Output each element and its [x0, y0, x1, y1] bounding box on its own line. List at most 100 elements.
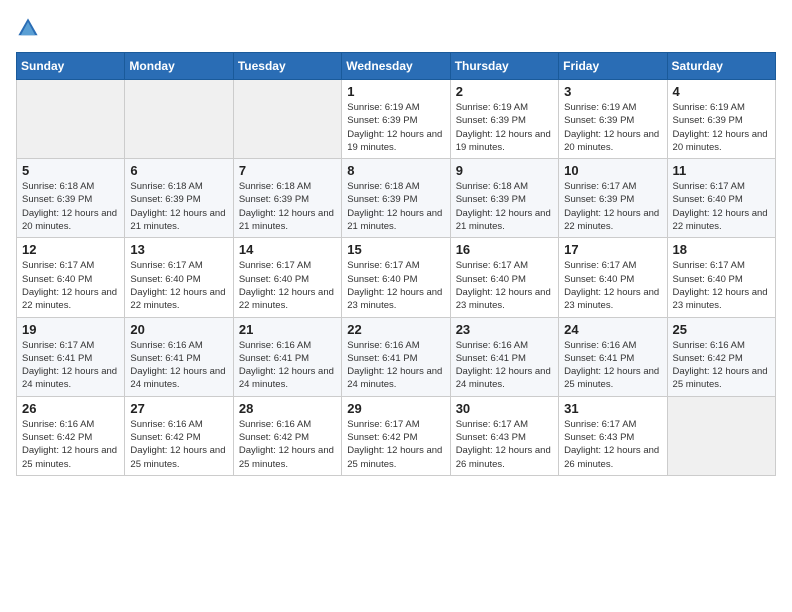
calendar-cell — [17, 80, 125, 159]
day-info: Sunrise: 6:18 AM Sunset: 6:39 PM Dayligh… — [239, 180, 336, 233]
header-day: Thursday — [450, 53, 558, 80]
calendar-table: SundayMondayTuesdayWednesdayThursdayFrid… — [16, 52, 776, 476]
day-number: 11 — [673, 163, 770, 178]
day-number: 13 — [130, 242, 227, 257]
calendar-cell: 25 Sunrise: 6:16 AM Sunset: 6:42 PM Dayli… — [667, 317, 775, 396]
day-number: 8 — [347, 163, 444, 178]
header-day: Wednesday — [342, 53, 450, 80]
logo-icon — [16, 16, 40, 40]
calendar-cell: 7 Sunrise: 6:18 AM Sunset: 6:39 PM Daylig… — [233, 159, 341, 238]
day-info: Sunrise: 6:16 AM Sunset: 6:41 PM Dayligh… — [130, 339, 227, 392]
calendar-cell — [233, 80, 341, 159]
day-info: Sunrise: 6:16 AM Sunset: 6:41 PM Dayligh… — [347, 339, 444, 392]
calendar-cell: 27 Sunrise: 6:16 AM Sunset: 6:42 PM Dayli… — [125, 396, 233, 475]
calendar-cell: 28 Sunrise: 6:16 AM Sunset: 6:42 PM Dayli… — [233, 396, 341, 475]
day-info: Sunrise: 6:17 AM Sunset: 6:40 PM Dayligh… — [673, 259, 770, 312]
day-info: Sunrise: 6:18 AM Sunset: 6:39 PM Dayligh… — [130, 180, 227, 233]
day-number: 27 — [130, 401, 227, 416]
day-number: 15 — [347, 242, 444, 257]
day-number: 1 — [347, 84, 444, 99]
page-header — [16, 16, 776, 40]
header-day: Sunday — [17, 53, 125, 80]
calendar-cell: 2Sunrise: 6:19 AM Sunset: 6:39 PM Daylig… — [450, 80, 558, 159]
day-number: 26 — [22, 401, 119, 416]
calendar-cell: 6 Sunrise: 6:18 AM Sunset: 6:39 PM Daylig… — [125, 159, 233, 238]
calendar-cell — [125, 80, 233, 159]
day-number: 31 — [564, 401, 661, 416]
calendar-cell: 24 Sunrise: 6:16 AM Sunset: 6:41 PM Dayli… — [559, 317, 667, 396]
day-number: 17 — [564, 242, 661, 257]
calendar-cell: 31Sunrise: 6:17 AM Sunset: 6:43 PM Dayli… — [559, 396, 667, 475]
day-info: Sunrise: 6:17 AM Sunset: 6:40 PM Dayligh… — [564, 259, 661, 312]
day-number: 6 — [130, 163, 227, 178]
calendar-cell: 30Sunrise: 6:17 AM Sunset: 6:43 PM Dayli… — [450, 396, 558, 475]
day-number: 10 — [564, 163, 661, 178]
calendar-cell: 5 Sunrise: 6:18 AM Sunset: 6:39 PM Daylig… — [17, 159, 125, 238]
day-number: 23 — [456, 322, 553, 337]
day-info: Sunrise: 6:17 AM Sunset: 6:40 PM Dayligh… — [347, 259, 444, 312]
calendar-cell: 26 Sunrise: 6:16 AM Sunset: 6:42 PM Dayli… — [17, 396, 125, 475]
day-info: Sunrise: 6:16 AM Sunset: 6:42 PM Dayligh… — [22, 418, 119, 471]
day-number: 24 — [564, 322, 661, 337]
day-number: 28 — [239, 401, 336, 416]
header-day: Saturday — [667, 53, 775, 80]
day-info: Sunrise: 6:19 AM Sunset: 6:39 PM Dayligh… — [564, 101, 661, 154]
calendar-cell: 4 Sunrise: 6:19 AM Sunset: 6:39 PM Daylig… — [667, 80, 775, 159]
calendar-cell: 16 Sunrise: 6:17 AM Sunset: 6:40 PM Dayli… — [450, 238, 558, 317]
day-number: 25 — [673, 322, 770, 337]
day-number: 4 — [673, 84, 770, 99]
day-info: Sunrise: 6:17 AM Sunset: 6:40 PM Dayligh… — [456, 259, 553, 312]
day-info: Sunrise: 6:16 AM Sunset: 6:41 PM Dayligh… — [239, 339, 336, 392]
calendar-cell: 15 Sunrise: 6:17 AM Sunset: 6:40 PM Dayli… — [342, 238, 450, 317]
header-day: Friday — [559, 53, 667, 80]
logo — [16, 16, 44, 40]
day-number: 14 — [239, 242, 336, 257]
day-number: 5 — [22, 163, 119, 178]
calendar-cell: 22 Sunrise: 6:16 AM Sunset: 6:41 PM Dayli… — [342, 317, 450, 396]
day-number: 19 — [22, 322, 119, 337]
day-number: 22 — [347, 322, 444, 337]
day-info: Sunrise: 6:17 AM Sunset: 6:40 PM Dayligh… — [22, 259, 119, 312]
day-number: 21 — [239, 322, 336, 337]
day-info: Sunrise: 6:16 AM Sunset: 6:42 PM Dayligh… — [673, 339, 770, 392]
day-info: Sunrise: 6:16 AM Sunset: 6:42 PM Dayligh… — [239, 418, 336, 471]
day-number: 29 — [347, 401, 444, 416]
calendar-cell: 19Sunrise: 6:17 AM Sunset: 6:41 PM Dayli… — [17, 317, 125, 396]
day-number: 9 — [456, 163, 553, 178]
calendar-cell: 3Sunrise: 6:19 AM Sunset: 6:39 PM Daylig… — [559, 80, 667, 159]
calendar-cell: 1 Sunrise: 6:19 AM Sunset: 6:39 PM Daylig… — [342, 80, 450, 159]
day-info: Sunrise: 6:16 AM Sunset: 6:42 PM Dayligh… — [130, 418, 227, 471]
day-info: Sunrise: 6:19 AM Sunset: 6:39 PM Dayligh… — [673, 101, 770, 154]
day-number: 16 — [456, 242, 553, 257]
header-day: Tuesday — [233, 53, 341, 80]
calendar-week: 1 Sunrise: 6:19 AM Sunset: 6:39 PM Daylig… — [17, 80, 776, 159]
calendar-cell: 11Sunrise: 6:17 AM Sunset: 6:40 PM Dayli… — [667, 159, 775, 238]
calendar-cell: 13Sunrise: 6:17 AM Sunset: 6:40 PM Dayli… — [125, 238, 233, 317]
calendar-cell: 14 Sunrise: 6:17 AM Sunset: 6:40 PM Dayli… — [233, 238, 341, 317]
day-info: Sunrise: 6:18 AM Sunset: 6:39 PM Dayligh… — [456, 180, 553, 233]
day-number: 18 — [673, 242, 770, 257]
day-info: Sunrise: 6:17 AM Sunset: 6:42 PM Dayligh… — [347, 418, 444, 471]
calendar-cell: 8Sunrise: 6:18 AM Sunset: 6:39 PM Daylig… — [342, 159, 450, 238]
calendar-week: 26 Sunrise: 6:16 AM Sunset: 6:42 PM Dayli… — [17, 396, 776, 475]
calendar-cell: 23Sunrise: 6:16 AM Sunset: 6:41 PM Dayli… — [450, 317, 558, 396]
calendar-cell — [667, 396, 775, 475]
calendar-cell: 20Sunrise: 6:16 AM Sunset: 6:41 PM Dayli… — [125, 317, 233, 396]
calendar-header: SundayMondayTuesdayWednesdayThursdayFrid… — [17, 53, 776, 80]
day-info: Sunrise: 6:18 AM Sunset: 6:39 PM Dayligh… — [22, 180, 119, 233]
day-info: Sunrise: 6:19 AM Sunset: 6:39 PM Dayligh… — [347, 101, 444, 154]
calendar-cell: 18 Sunrise: 6:17 AM Sunset: 6:40 PM Dayli… — [667, 238, 775, 317]
day-info: Sunrise: 6:17 AM Sunset: 6:40 PM Dayligh… — [239, 259, 336, 312]
calendar-cell: 21 Sunrise: 6:16 AM Sunset: 6:41 PM Dayli… — [233, 317, 341, 396]
calendar-week: 12Sunrise: 6:17 AM Sunset: 6:40 PM Dayli… — [17, 238, 776, 317]
calendar-cell: 9 Sunrise: 6:18 AM Sunset: 6:39 PM Daylig… — [450, 159, 558, 238]
day-info: Sunrise: 6:19 AM Sunset: 6:39 PM Dayligh… — [456, 101, 553, 154]
header-row: SundayMondayTuesdayWednesdayThursdayFrid… — [17, 53, 776, 80]
calendar-cell: 29 Sunrise: 6:17 AM Sunset: 6:42 PM Dayli… — [342, 396, 450, 475]
calendar-cell: 17 Sunrise: 6:17 AM Sunset: 6:40 PM Dayli… — [559, 238, 667, 317]
calendar-body: 1 Sunrise: 6:19 AM Sunset: 6:39 PM Daylig… — [17, 80, 776, 476]
day-number: 7 — [239, 163, 336, 178]
day-info: Sunrise: 6:16 AM Sunset: 6:41 PM Dayligh… — [564, 339, 661, 392]
calendar-week: 19Sunrise: 6:17 AM Sunset: 6:41 PM Dayli… — [17, 317, 776, 396]
header-day: Monday — [125, 53, 233, 80]
